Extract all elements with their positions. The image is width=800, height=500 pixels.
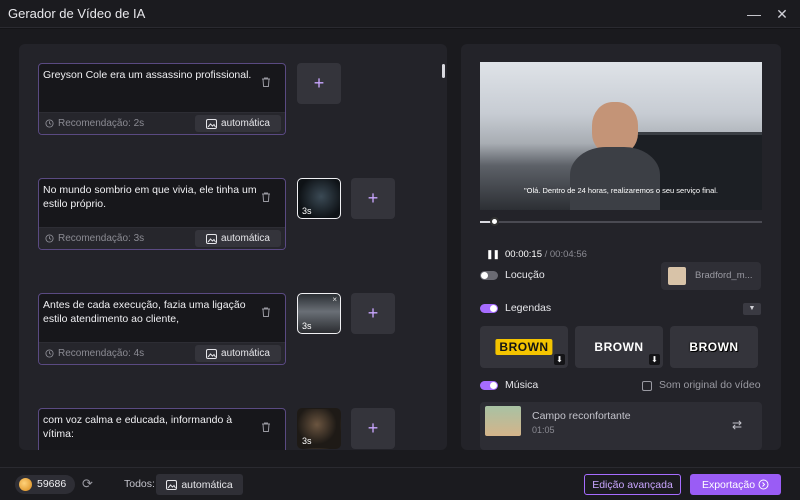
video-preview[interactable]: "Olá. Dentro de 24 horas, realizaremos o… (480, 62, 762, 210)
coin-icon (19, 478, 32, 491)
trash-icon[interactable] (260, 306, 272, 318)
all-auto-label: automática (181, 478, 233, 491)
thumbnail-duration: 3s (302, 436, 312, 446)
person-body-shape (570, 147, 660, 210)
subtitle-style-1[interactable]: BROWN ⬇ (480, 326, 568, 368)
advanced-edit-button[interactable]: Edição avançada (584, 474, 681, 495)
minimize-button[interactable]: — (744, 4, 764, 24)
trash-icon[interactable] (260, 76, 272, 88)
subtitle-style-sample: BROWN (689, 340, 739, 354)
thumbnail-duration: 3s (302, 321, 312, 331)
scene-text[interactable]: Antes de cada execução, fazia uma ligaçã… (43, 298, 257, 326)
track-duration: 01:05 (532, 425, 555, 435)
export-arrow-icon (758, 479, 769, 490)
auto-label: automática (221, 348, 270, 359)
music-track-card[interactable]: Campo reconfortante 01:05 ⇄ (480, 402, 762, 450)
recommendation-text: Recomendação: 3s (58, 233, 145, 244)
scene-card-1[interactable]: Greyson Cole era um assassino profission… (38, 63, 286, 135)
scene-card-3[interactable]: Antes de cada execução, fazia uma ligaçã… (38, 293, 286, 365)
scene-thumbnail[interactable]: 3s (297, 408, 341, 449)
original-sound-label: Som original do vídeo (659, 379, 761, 391)
pause-icon[interactable]: ❚❚ (486, 249, 500, 260)
narration-label: Locução (505, 269, 545, 281)
scene-text[interactable]: Greyson Cole era um assassino profission… (43, 68, 257, 82)
recommendation-text: Recomendação: 2s (58, 118, 145, 129)
timecode: 00:00:15 / 00:04:56 (505, 249, 587, 260)
scene-card-4[interactable]: com voz calma e educada, informando à ví… (38, 408, 286, 450)
recommendation: Recomendação: 3s (45, 233, 144, 244)
refresh-icon[interactable]: ⟳ (82, 476, 93, 492)
music-toggle[interactable] (480, 381, 498, 390)
original-sound-checkbox[interactable] (642, 381, 652, 391)
title-bar: Gerador de Vídeo de IA — ✕ (0, 0, 800, 28)
auto-button[interactable]: automática (195, 230, 281, 247)
add-media-button[interactable]: + (351, 293, 395, 334)
image-auto-icon (206, 348, 218, 359)
scene-card-2[interactable]: No mundo sombrio em que vivia, ele tinha… (38, 178, 286, 250)
narration-toggle[interactable] (480, 271, 498, 280)
music-label: Música (505, 379, 539, 391)
scene-text[interactable]: com voz calma e educada, informando à ví… (43, 413, 257, 441)
scene-footer: Recomendação: 3s automática (39, 227, 285, 249)
voice-name: Bradford_m... (695, 270, 753, 281)
bottom-bar: 59686 ⟳ Todos: automática Edição avançad… (0, 467, 800, 500)
total-time: / 00:04:56 (544, 249, 587, 260)
add-media-button[interactable]: + (351, 408, 395, 449)
export-button[interactable]: Exportação (690, 474, 781, 495)
track-title: Campo reconfortante (532, 410, 631, 422)
scene-list-scrollbar[interactable] (442, 64, 445, 78)
clock-icon (45, 234, 54, 243)
all-auto-button[interactable]: automática (156, 474, 243, 495)
subtitle-style-3[interactable]: BROWN (670, 326, 758, 368)
swap-icon[interactable]: ⇄ (732, 418, 742, 432)
recommendation: Recomendação: 2s (45, 118, 144, 129)
window-title: Gerador de Vídeo de IA (8, 6, 146, 21)
clock-icon (45, 119, 54, 128)
scene-list-panel: Greyson Cole era um assassino profission… (19, 44, 447, 450)
trash-icon[interactable] (260, 421, 272, 433)
credits-count: 59686 (37, 478, 67, 490)
auto-label: automática (221, 118, 270, 129)
all-label: Todos: (124, 478, 155, 490)
image-auto-icon (206, 233, 218, 244)
auto-label: automática (221, 233, 270, 244)
subtitle-style-sample: BROWN (594, 340, 644, 354)
credits-badge: 59686 (15, 475, 75, 494)
track-artwork (485, 406, 521, 436)
remove-thumbnail-icon[interactable]: × (332, 295, 337, 304)
subtitles-label: Legendas (505, 302, 552, 314)
seek-bar[interactable] (480, 217, 762, 226)
subtitle-style-2[interactable]: BROWN ⬇ (575, 326, 663, 368)
download-icon: ⬇ (554, 354, 565, 365)
add-media-button[interactable]: + (297, 63, 341, 104)
auto-button[interactable]: automática (195, 115, 281, 132)
preview-panel: "Olá. Dentro de 24 horas, realizaremos o… (461, 44, 781, 450)
subtitles-dropdown-icon[interactable]: ▼ (743, 303, 761, 315)
subtitles-toggle[interactable] (480, 304, 498, 313)
seek-handle[interactable] (490, 217, 500, 226)
scene-thumbnail[interactable]: × 3s (297, 293, 341, 334)
image-auto-icon (206, 118, 218, 129)
export-label: Exportação (701, 478, 756, 491)
scene-text[interactable]: No mundo sombrio em que vivia, ele tinha… (43, 183, 257, 211)
recommendation: Recomendação: 4s (45, 348, 144, 359)
scene-footer: Recomendação: 4s automática (39, 342, 285, 364)
scene-footer: Recomendação: 2s automática (39, 112, 285, 134)
trash-icon[interactable] (260, 191, 272, 203)
image-auto-icon (166, 479, 178, 490)
download-icon: ⬇ (649, 354, 660, 365)
current-time: 00:00:15 (505, 249, 542, 260)
auto-button[interactable]: automática (195, 345, 281, 362)
voice-selector[interactable]: Bradford_m... (661, 262, 761, 290)
scene-thumbnail[interactable]: 3s (297, 178, 341, 219)
main-content: Greyson Cole era um assassino profission… (0, 29, 800, 467)
video-caption: "Olá. Dentro de 24 horas, realizaremos o… (523, 186, 718, 195)
recommendation-text: Recomendação: 4s (58, 348, 145, 359)
thumbnail-duration: 3s (302, 206, 312, 216)
subtitle-style-sample: BROWN (495, 339, 553, 355)
voice-avatar (668, 267, 686, 285)
close-button[interactable]: ✕ (772, 4, 792, 24)
clock-icon (45, 349, 54, 358)
add-media-button[interactable]: + (351, 178, 395, 219)
